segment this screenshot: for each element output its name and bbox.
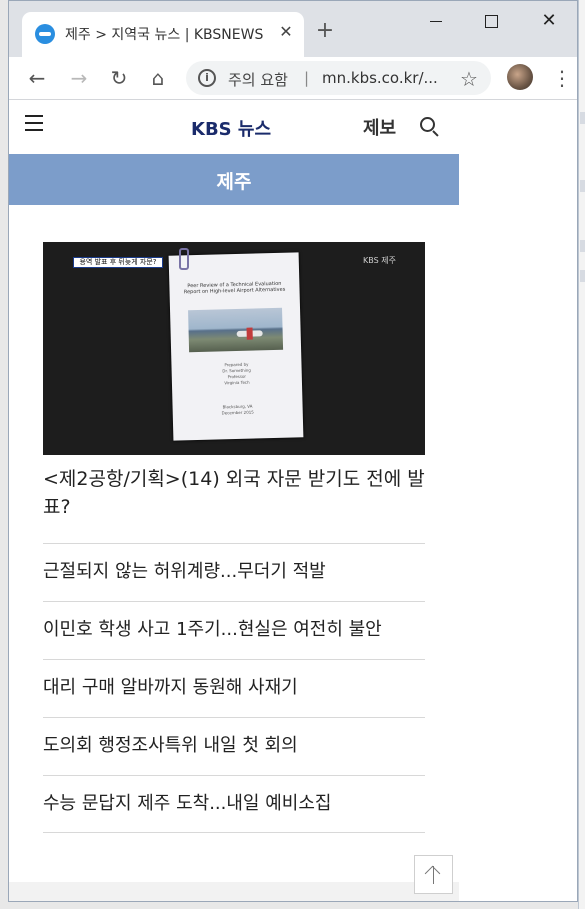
minimize-button[interactable] <box>422 9 452 35</box>
hamburger-menu-icon[interactable] <box>25 115 43 131</box>
close-window-button[interactable]: ✕ <box>534 9 564 35</box>
scroll-to-top-button[interactable] <box>414 855 453 894</box>
image-watermark: KBS 제주 <box>363 256 396 265</box>
image-caption-badge: 용역 발표 후 뒤늦게 자문? <box>73 257 163 268</box>
page-margin <box>459 101 577 901</box>
url-text[interactable]: mn.kbs.co.kr/... <box>322 69 450 87</box>
browser-window: 제주 > 지역국 뉴스 | KBSNEWS ✕ + ✕ ← → ↻ ⌂ i 주의… <box>8 0 578 902</box>
news-list-item[interactable]: 도의회 행정조사특위 내일 첫 회의 <box>43 717 425 775</box>
kbs-news-logo[interactable]: KBS 뉴스 <box>191 115 271 141</box>
security-warning: 주의 요함 <box>228 71 288 89</box>
web-page: KBS 뉴스 제보 제주 용역 발표 후 뒤늦게 자문? KBS 제주 Peer… <box>9 101 577 901</box>
background-window-tick <box>580 180 585 192</box>
airplane-icon <box>236 330 263 337</box>
news-list: 근절되지 않는 허위계량...무더기 적발 이민호 학생 사고 1주기...현실… <box>43 543 425 833</box>
browser-toolbar: ← → ↻ ⌂ i 주의 요함 | mn.kbs.co.kr/... ☆ ⋮ <box>9 57 577 100</box>
profile-avatar[interactable] <box>507 64 533 90</box>
featured-headline[interactable]: <제2공항/기획>(14) 외국 자문 받기도 전에 발표? <box>43 465 425 521</box>
kbs-favicon-icon <box>35 24 55 44</box>
forward-arrow-icon[interactable]: → <box>65 64 93 92</box>
back-arrow-icon[interactable]: ← <box>23 64 51 92</box>
tab-close-icon[interactable]: ✕ <box>277 21 295 43</box>
report-link[interactable]: 제보 <box>363 114 396 140</box>
document-airplane-photo <box>188 307 284 353</box>
address-bar[interactable]: i 주의 요함 | mn.kbs.co.kr/... ☆ <box>186 61 491 95</box>
report-document: Peer Review of a Technical Evaluation Re… <box>168 252 304 441</box>
search-icon[interactable] <box>420 117 440 139</box>
region-title: 제주 <box>216 171 252 193</box>
home-icon[interactable]: ⌂ <box>144 64 172 92</box>
tab-title: 제주 > 지역국 뉴스 | KBSNEWS <box>65 27 264 43</box>
news-list-item[interactable]: 근절되지 않는 허위계량...무더기 적발 <box>43 543 425 601</box>
reload-icon[interactable]: ↻ <box>105 64 133 92</box>
tab-strip: 제주 > 지역국 뉴스 | KBSNEWS ✕ + ✕ <box>9 1 577 57</box>
featured-news-image[interactable]: 용역 발표 후 뒤늦게 자문? KBS 제주 Peer Review of a … <box>43 242 425 455</box>
maximize-button[interactable] <box>477 9 507 35</box>
info-icon[interactable]: i <box>198 69 216 87</box>
footer-strip <box>9 882 459 901</box>
document-title: Peer Review of a Technical Evaluation Re… <box>183 280 286 296</box>
news-list-item[interactable]: 수능 문답지 제주 도착...내일 예비소집 <box>43 775 425 833</box>
background-window-tick <box>580 112 585 124</box>
document-author: Prepared by Dr. Something Professor Virg… <box>222 361 251 386</box>
background-window-tick <box>580 240 585 252</box>
omnibox-separator: | <box>304 69 310 87</box>
news-list-item[interactable]: 이민호 학생 사고 1주기...현실은 여전히 불안 <box>43 601 425 659</box>
binder-clip-icon <box>179 248 189 270</box>
background-window-tick <box>580 270 585 282</box>
browser-tab[interactable]: 제주 > 지역국 뉴스 | KBSNEWS ✕ <box>22 12 304 57</box>
new-tab-button[interactable]: + <box>313 19 337 43</box>
bookmark-star-icon[interactable]: ☆ <box>460 67 478 91</box>
document-date: Blacksburg, VA December 2015 <box>221 403 254 416</box>
menu-dots-icon[interactable]: ⋮ <box>552 64 572 92</box>
site-header: KBS 뉴스 제보 <box>9 101 459 154</box>
background-window-edge <box>578 0 585 909</box>
news-list-item[interactable]: 대리 구매 알바까지 동원해 사재기 <box>43 659 425 717</box>
region-bar: 제주 <box>9 154 459 205</box>
